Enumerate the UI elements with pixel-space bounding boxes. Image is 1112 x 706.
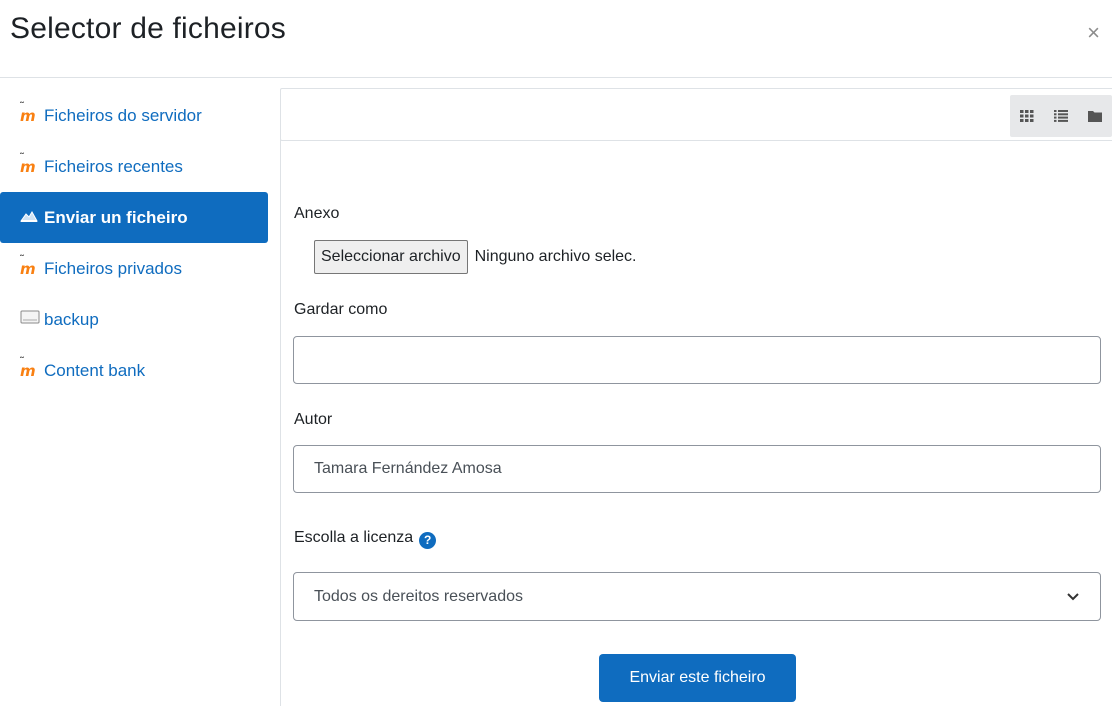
grid-view-icon[interactable] <box>1010 95 1044 137</box>
folder-drive-icon <box>20 309 42 330</box>
list-view-icon[interactable] <box>1044 95 1078 137</box>
moodle-icon: ˜ m <box>19 252 36 278</box>
content-divider <box>280 140 281 706</box>
modal-header: Selector de ficheiros × <box>0 0 1112 78</box>
sidebar-item-label: backup <box>44 309 99 329</box>
sidebar-item-content-bank[interactable]: ˜ m Content bank <box>0 345 270 396</box>
save-as-input[interactable] <box>293 336 1101 384</box>
sidebar-item-label: Ficheiros privados <box>44 258 182 278</box>
save-as-label: Gardar como <box>294 301 388 318</box>
upload-icon <box>20 208 42 228</box>
sidebar-item-server-files[interactable]: ˜ m Ficheiros do servidor <box>0 90 270 141</box>
moodle-icon: ˜ m <box>19 99 36 125</box>
no-file-text: Ninguno archivo selec. <box>474 248 637 265</box>
close-button[interactable]: × <box>1087 22 1100 44</box>
sidebar-item-label: Content bank <box>44 360 146 380</box>
modal-title: Selector de ficheiros <box>10 12 287 45</box>
moodle-icon: ˜ m <box>19 354 36 380</box>
file-picker-toolbar <box>280 88 1112 141</box>
sidebar-item-label: Ficheiros do servidor <box>44 105 202 125</box>
sidebar-item-upload-file[interactable]: Enviar un ficheiro <box>0 192 268 243</box>
license-label-row: Escolla a licenza? <box>294 529 437 549</box>
view-toggle-group <box>1010 95 1112 137</box>
sidebar-item-recent-files[interactable]: ˜ m Ficheiros recentes <box>0 141 270 192</box>
sidebar-item-label: Ficheiros recentes <box>44 156 183 176</box>
help-icon[interactable]: ? <box>419 531 437 549</box>
chevron-down-icon <box>1066 590 1080 604</box>
upload-submit-button[interactable]: Enviar este ficheiro <box>599 654 796 702</box>
sidebar-item-private-files[interactable]: ˜ m Ficheiros privados <box>0 243 270 294</box>
moodle-icon: ˜ m <box>19 150 36 176</box>
license-select-value: Todos os dereitos reservados <box>314 587 523 605</box>
sidebar-item-label: Enviar un ficheiro <box>44 207 188 227</box>
license-select[interactable]: Todos os dereitos reservados <box>293 572 1101 621</box>
attachment-label: Anexo <box>294 205 340 222</box>
tree-view-icon[interactable] <box>1078 95 1112 137</box>
choose-file-button[interactable]: Seleccionar archivo <box>314 240 468 274</box>
license-label: Escolla a licenza <box>294 529 414 546</box>
file-input-row: Seleccionar archivo Ninguno archivo sele… <box>314 240 637 274</box>
author-label: Autor <box>294 411 333 428</box>
sidebar-item-backup[interactable]: backup <box>0 294 270 345</box>
author-input[interactable]: Tamara Fernández Amosa <box>293 445 1101 493</box>
repository-sidebar: ˜ m Ficheiros do servidor ˜ m Ficheiros re… <box>0 90 270 396</box>
